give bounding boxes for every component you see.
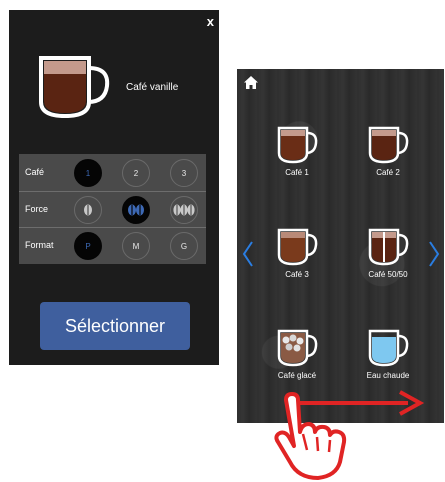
hand-pointer-icon [274,392,347,480]
close-button[interactable]: x [207,15,214,28]
selected-drink-cup-icon [39,56,110,119]
coffee-cup-icon [368,228,409,266]
drink-label: Café glacé [277,371,317,380]
drink-label: Café 2 [376,168,400,177]
drink-label: Café 1 [285,168,309,177]
format-option-m[interactable]: M [122,232,150,260]
chevron-left-icon[interactable] [242,241,254,267]
force-medium-icon [128,204,144,216]
cafe-row-label: Café [25,167,45,177]
select-button[interactable]: Sélectionner [40,302,190,350]
iced-coffee-cup-icon [277,329,318,367]
cafe-row: Café 1 2 3 [19,155,206,190]
drink-cafe-glace[interactable]: Café glacé [262,328,332,384]
format-option-g[interactable]: G [170,232,198,260]
drink-cafe-1[interactable]: Café 1 [262,125,332,181]
force-option-low[interactable] [74,196,102,224]
drink-cafe-50-50[interactable]: Café 50/50 [353,227,423,283]
drink-options-panel: x Café vanille Café 1 2 3 Force Format P… [9,10,219,365]
selected-drink-name: Café vanille [126,82,179,93]
force-option-high[interactable] [170,196,198,224]
coffee-cup-icon [368,126,409,164]
force-low-icon [84,204,92,216]
format-row-label: Format [25,240,54,250]
drink-label: Café 3 [285,270,309,279]
cafe-option-3[interactable]: 3 [170,159,198,187]
cafe-option-1[interactable]: 1 [74,159,102,187]
drink-eau-chaude[interactable]: Eau chaude [353,328,423,384]
options-grid: Café 1 2 3 Force Format P M G [19,154,206,264]
force-row-label: Force [25,204,49,214]
force-high-icon [173,204,195,216]
format-option-p[interactable]: P [74,232,102,260]
format-row: Format P M G [19,228,206,263]
home-icon[interactable] [244,76,258,89]
cafe-option-2[interactable]: 2 [122,159,150,187]
coffee-cup-icon [277,126,318,164]
force-row: Force [19,192,206,227]
hot-water-cup-icon [368,329,409,367]
drink-cafe-2[interactable]: Café 2 [353,125,423,181]
coffee-cup-icon [277,228,318,266]
chevron-right-icon[interactable] [428,241,440,267]
drink-cafe-3[interactable]: Café 3 [262,227,332,283]
drink-label: Eau chaude [366,371,410,380]
drink-label: Café 50/50 [368,270,408,279]
drink-menu-panel: Café 1 Café 2 Café 3 Café 50/50 Café gla… [237,69,444,423]
force-option-medium[interactable] [122,196,150,224]
